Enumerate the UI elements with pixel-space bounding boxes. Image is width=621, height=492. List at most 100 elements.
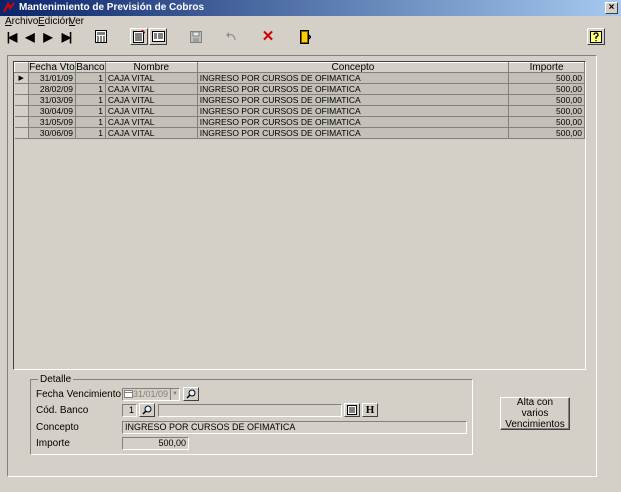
first-record-button[interactable]: |◀	[4, 28, 18, 45]
row-indicator	[14, 127, 29, 139]
cell-fecha[interactable]: 31/03/09	[28, 94, 76, 106]
cod-banco-label: Cód. Banco	[36, 405, 89, 416]
importe-label: Importe	[36, 438, 70, 449]
delete-icon: ✕	[261, 27, 275, 45]
cell-banco[interactable]: 1	[75, 116, 106, 128]
alta-varios-vencimientos-button[interactable]: Alta con varios Vencimientos	[500, 397, 570, 430]
cell-nombre[interactable]: CAJA VITAL	[105, 83, 198, 95]
cell-concepto[interactable]: INGRESO POR CURSOS DE OFIMATICA	[197, 105, 510, 117]
cell-fecha[interactable]: 28/02/09	[28, 83, 76, 95]
last-record-icon: ▶|	[61, 29, 73, 44]
cell-importe[interactable]: 500,00	[508, 127, 585, 139]
cell-importe[interactable]: 500,00	[508, 83, 585, 95]
calculator-button[interactable]	[92, 28, 110, 45]
last-record-button[interactable]: ▶|	[58, 28, 74, 45]
table-row[interactable]: 28/02/09 1 CAJA VITAL INGRESO POR CURSOS…	[14, 83, 585, 95]
undo-icon	[226, 31, 236, 40]
header-importe[interactable]: Importe	[508, 62, 585, 73]
close-button[interactable]: ×	[605, 2, 618, 14]
cell-nombre[interactable]: CAJA VITAL	[105, 94, 198, 106]
row-indicator	[14, 116, 29, 128]
table-row[interactable]: ▶ 31/01/09 1 CAJA VITAL INGRESO POR CURS…	[14, 72, 585, 84]
app-icon	[3, 2, 15, 13]
cell-nombre[interactable]: CAJA VITAL	[105, 105, 198, 117]
table-row[interactable]: 31/03/09 1 CAJA VITAL INGRESO POR CURSOS…	[14, 94, 585, 106]
delete-record-button[interactable]: ✕	[259, 28, 277, 45]
menu-bar: Archivo Edición Ver	[0, 16, 621, 27]
header-indicator	[14, 62, 29, 73]
new-record-button[interactable]	[130, 28, 148, 45]
cell-concepto[interactable]: INGRESO POR CURSOS DE OFIMATICA	[197, 83, 510, 95]
next-record-icon: ▶	[43, 29, 52, 44]
cell-banco[interactable]: 1	[75, 83, 106, 95]
header-fecha-vto[interactable]: Fecha Vto	[27, 62, 76, 73]
previsiones-grid[interactable]: Fecha Vto Banco Nombre Concepto Importe …	[13, 61, 586, 370]
row-indicator: ▶	[14, 72, 29, 84]
cell-concepto[interactable]: INGRESO POR CURSOS DE OFIMATICA	[197, 116, 510, 128]
cell-fecha[interactable]: 30/04/09	[28, 105, 76, 117]
save-icon	[190, 30, 202, 43]
cell-importe[interactable]: 500,00	[508, 116, 585, 128]
prev-record-button[interactable]: ◀	[22, 28, 36, 45]
cell-nombre[interactable]: CAJA VITAL	[105, 72, 198, 84]
menu-archivo[interactable]: Archivo	[5, 16, 38, 27]
exit-door-icon	[300, 29, 311, 44]
cod-banco-field[interactable]: 1	[122, 404, 137, 417]
menu-edicion[interactable]: Edición	[38, 16, 71, 27]
h-button[interactable]: H	[362, 403, 378, 417]
row-indicator	[14, 83, 29, 95]
window-title: Mantenimiento de Previsión de Cobros	[19, 2, 205, 13]
table-header: Fecha Vto Banco Nombre Concepto Importe	[14, 62, 585, 73]
next-record-button[interactable]: ▶	[40, 28, 54, 45]
form-view-icon	[151, 31, 165, 42]
table-row[interactable]: 31/05/09 1 CAJA VITAL INGRESO POR CURSOS…	[14, 116, 585, 128]
cell-concepto[interactable]: INGRESO POR CURSOS DE OFIMATICA	[197, 94, 510, 106]
cell-banco[interactable]: 1	[75, 105, 106, 117]
chevron-down-icon: ▼	[170, 389, 179, 400]
concepto-label: Concepto	[36, 422, 79, 433]
detail-legend: Detalle	[38, 374, 74, 385]
fecha-vencimiento-label: Fecha Vencimiento	[36, 389, 122, 400]
menu-ver[interactable]: Ver	[69, 16, 84, 27]
table-row[interactable]: 30/04/09 1 CAJA VITAL INGRESO POR CURSOS…	[14, 105, 585, 117]
current-row-icon: ▶	[18, 75, 24, 82]
cell-fecha[interactable]: 31/01/09	[28, 72, 76, 84]
first-record-icon: |◀	[6, 29, 18, 44]
toolbar: |◀ ◀ ▶ ▶| ✕	[0, 27, 621, 47]
cell-concepto[interactable]: INGRESO POR CURSOS DE OFIMATICA	[197, 127, 510, 139]
form-view-icon	[347, 405, 357, 415]
header-concepto[interactable]: Concepto	[196, 62, 510, 73]
cell-nombre[interactable]: CAJA VITAL	[105, 127, 198, 139]
search-icon	[186, 389, 196, 399]
help-button[interactable]	[587, 28, 605, 45]
cell-importe[interactable]: 500,00	[508, 72, 585, 84]
save-button[interactable]	[187, 28, 205, 45]
cell-fecha[interactable]: 31/05/09	[28, 116, 76, 128]
cell-banco[interactable]: 1	[75, 94, 106, 106]
cell-concepto[interactable]: INGRESO POR CURSOS DE OFIMATICA	[197, 72, 510, 84]
exit-button[interactable]	[296, 28, 314, 45]
banco-form-button[interactable]	[344, 403, 360, 417]
importe-field[interactable]: 500,00	[122, 437, 189, 450]
row-indicator	[14, 105, 29, 117]
row-indicator	[14, 94, 29, 106]
new-record-icon	[133, 30, 145, 43]
calculator-icon	[95, 30, 107, 43]
concepto-field[interactable]: INGRESO POR CURSOS DE OFIMATICA	[122, 421, 467, 434]
fecha-search-button[interactable]	[183, 387, 199, 401]
cell-importe[interactable]: 500,00	[508, 94, 585, 106]
banco-search-button[interactable]	[139, 403, 155, 417]
fecha-vencimiento-value: 31/01/09	[133, 389, 169, 399]
fecha-vencimiento-field[interactable]: 31/01/09 ▼	[122, 388, 180, 401]
cell-fecha[interactable]: 30/06/09	[28, 127, 76, 139]
cell-banco[interactable]: 1	[75, 72, 106, 84]
cell-importe[interactable]: 500,00	[508, 105, 585, 117]
cell-banco[interactable]: 1	[75, 127, 106, 139]
form-view-button[interactable]	[149, 28, 167, 45]
search-icon	[142, 405, 152, 415]
table-row[interactable]: 30/06/09 1 CAJA VITAL INGRESO POR CURSOS…	[14, 127, 585, 139]
header-banco[interactable]: Banco	[74, 62, 106, 73]
undo-button[interactable]	[222, 28, 240, 45]
header-nombre[interactable]: Nombre	[104, 62, 198, 73]
cell-nombre[interactable]: CAJA VITAL	[105, 116, 198, 128]
